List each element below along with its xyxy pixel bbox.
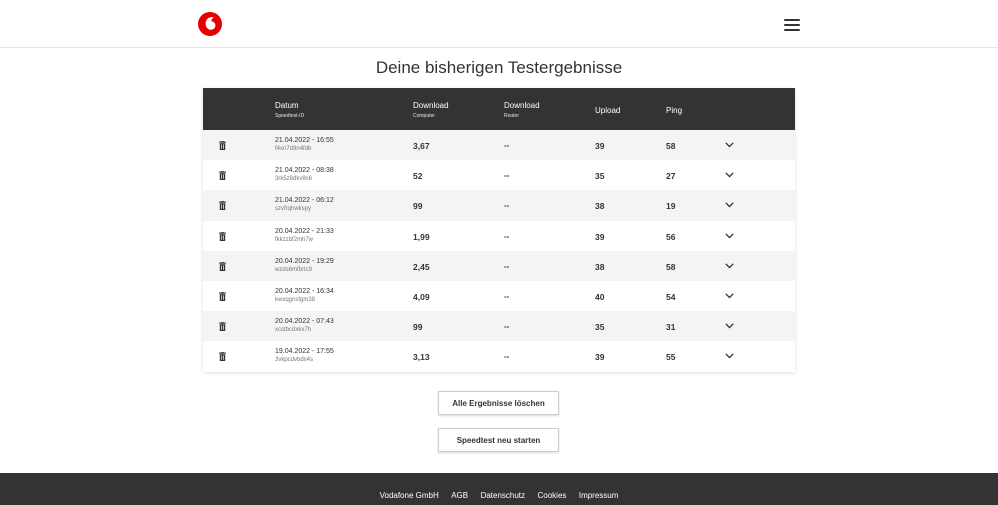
table-row: 20.04.2022 - 16:34 kwxqgnsfgm38 4,09 -- 40 54: [203, 280, 795, 312]
download-router-value: --: [504, 201, 510, 211]
chevron-down-icon[interactable]: [725, 202, 734, 208]
header: [0, 0, 998, 48]
download-router-value: --: [504, 261, 510, 271]
upload-value: 39: [595, 141, 605, 151]
trash-icon[interactable]: [219, 201, 226, 211]
chevron-down-icon[interactable]: [725, 232, 734, 239]
result-date: 20.04.2022 - 21:33: [275, 227, 334, 235]
trash-icon[interactable]: [219, 231, 226, 241]
upload-value: 39: [595, 352, 605, 363]
ping-value: 58: [666, 261, 676, 272]
chevron-down-icon[interactable]: [725, 142, 734, 148]
result-date: 21.04.2022 - 08:38: [275, 167, 334, 175]
speedtest-id: fkkzzbf2mh7w: [275, 236, 314, 243]
ping-value: 27: [666, 171, 676, 182]
footer-link-vodafone[interactable]: Vodafone GmbH: [380, 491, 439, 500]
footer-links: Vodafone GmbH AGB Datenschutz Cookies Im…: [376, 485, 623, 503]
result-date: 19.04.2022 - 17:55: [275, 348, 334, 356]
ping-value: 31: [666, 322, 676, 333]
footer-link-impressum[interactable]: Impressum: [579, 491, 619, 500]
result-date: 21.04.2022 - 16:55: [275, 137, 334, 144]
download-router-value: --: [504, 322, 510, 332]
trash-icon[interactable]: [219, 291, 226, 301]
download-computer-value: 1,99: [413, 231, 430, 242]
trash-icon[interactable]: [219, 141, 226, 150]
footer: Vodafone GmbH AGB Datenschutz Cookies Im…: [0, 473, 998, 505]
footer-link-cookies[interactable]: Cookies: [537, 491, 566, 500]
chevron-down-icon[interactable]: [725, 172, 734, 178]
download-computer-value: 3,67: [413, 141, 430, 151]
table-row: 20.04.2022 - 19:29 wzds6mfbrtc9 2,45 -- 38 58: [203, 250, 795, 281]
table-row: 19.04.2022 - 17:55 3vkpcdvbds4s 3,13 -- 39 55: [203, 341, 795, 372]
column-header-datum: Datum Speedtest-ID: [275, 101, 305, 119]
footer-link-datenschutz[interactable]: Datenschutz: [481, 491, 525, 500]
ping-value: 19: [666, 201, 676, 212]
upload-value: 40: [595, 291, 605, 302]
column-header-download-router: Download Router: [504, 101, 540, 119]
ping-value: 58: [666, 141, 676, 151]
upload-value: 35: [595, 322, 605, 333]
download-computer-value: 4,09: [413, 291, 430, 302]
download-computer-value: 2,45: [413, 261, 430, 272]
result-date: 21.04.2022 - 06:12: [275, 197, 334, 205]
chevron-down-icon[interactable]: [725, 323, 734, 329]
download-computer-value: 99: [413, 322, 423, 333]
download-router-value: --: [504, 171, 510, 181]
result-date: 20.04.2022 - 07:43: [275, 318, 334, 326]
download-router-value: --: [504, 291, 510, 301]
speedtest-id: 3vkpcdvbds4s: [275, 357, 314, 364]
ping-value: 56: [666, 231, 676, 242]
speedtest-id: f4xn7d9n4fdb: [275, 146, 312, 152]
result-date: 20.04.2022 - 16:34: [275, 287, 334, 295]
upload-value: 38: [595, 201, 605, 212]
table-row: 20.04.2022 - 07:43 xcstbcdxkx7h 99 -- 35 31: [203, 311, 795, 342]
download-router-value: --: [504, 141, 510, 150]
trash-icon[interactable]: [219, 261, 226, 271]
hamburger-menu-icon[interactable]: [784, 19, 800, 31]
chevron-down-icon[interactable]: [725, 293, 734, 299]
speedtest-id: 3rk5z8dkv8s6: [275, 176, 313, 183]
upload-value: 38: [595, 261, 605, 272]
column-header-ping: Ping: [666, 106, 683, 115]
trash-icon[interactable]: [219, 171, 226, 181]
upload-value: 39: [595, 231, 605, 242]
download-computer-value: 52: [413, 171, 423, 182]
page-title: Deine bisherigen Testergebnisse: [375, 58, 623, 77]
column-header-upload: Upload: [595, 106, 621, 115]
footer-link-agb[interactable]: AGB: [451, 491, 468, 500]
speedtest-id: wzds6mfbrtc9: [275, 266, 313, 273]
results-table: Datum Speedtest-ID Download Computer Dow…: [203, 88, 795, 372]
table-row: 20.04.2022 - 21:33 fkkzzbf2mh7w 1,99 -- 39 56: [203, 220, 795, 251]
delete-all-results-button[interactable]: Alle Ergebnisse löschen: [438, 391, 559, 415]
table-body: 21.04.2022 - 16:55 f4xn7d9n4fdb 3,67 -- 39 58…: [203, 130, 795, 372]
ping-value: 54: [666, 291, 676, 302]
download-computer-value: 99: [413, 201, 423, 212]
vodafone-logo-icon[interactable]: [198, 12, 222, 36]
table-header: Datum Speedtest-ID Download Computer Dow…: [203, 88, 795, 130]
restart-speedtest-button[interactable]: Speedtest neu starten: [438, 428, 559, 452]
download-computer-value: 3,13: [413, 352, 430, 363]
speedtest-id: szvfrqhwkspy: [275, 206, 312, 213]
column-header-download-computer: Download Computer: [413, 101, 449, 119]
speedtest-id: xcstbcdxkx7h: [275, 327, 312, 334]
trash-icon[interactable]: [219, 322, 226, 332]
table-row: 21.04.2022 - 06:12 szvfrqhwkspy 99 -- 38 19: [203, 190, 795, 221]
trash-icon[interactable]: [219, 352, 226, 362]
upload-value: 35: [595, 171, 605, 182]
download-router-value: --: [504, 231, 510, 241]
chevron-down-icon[interactable]: [725, 353, 734, 359]
download-router-value: --: [504, 352, 510, 362]
chevron-down-icon[interactable]: [725, 263, 734, 269]
table-row: 21.04.2022 - 16:55 f4xn7d9n4fdb 3,67 -- 39 58: [203, 130, 795, 161]
speedtest-id: kwxqgnsfgm38: [275, 296, 316, 303]
table-row: 21.04.2022 - 08:38 3rk5z8dkv8s6 52 -- 35 27: [203, 160, 795, 191]
result-date: 20.04.2022 - 19:29: [275, 257, 334, 265]
ping-value: 55: [666, 352, 676, 363]
